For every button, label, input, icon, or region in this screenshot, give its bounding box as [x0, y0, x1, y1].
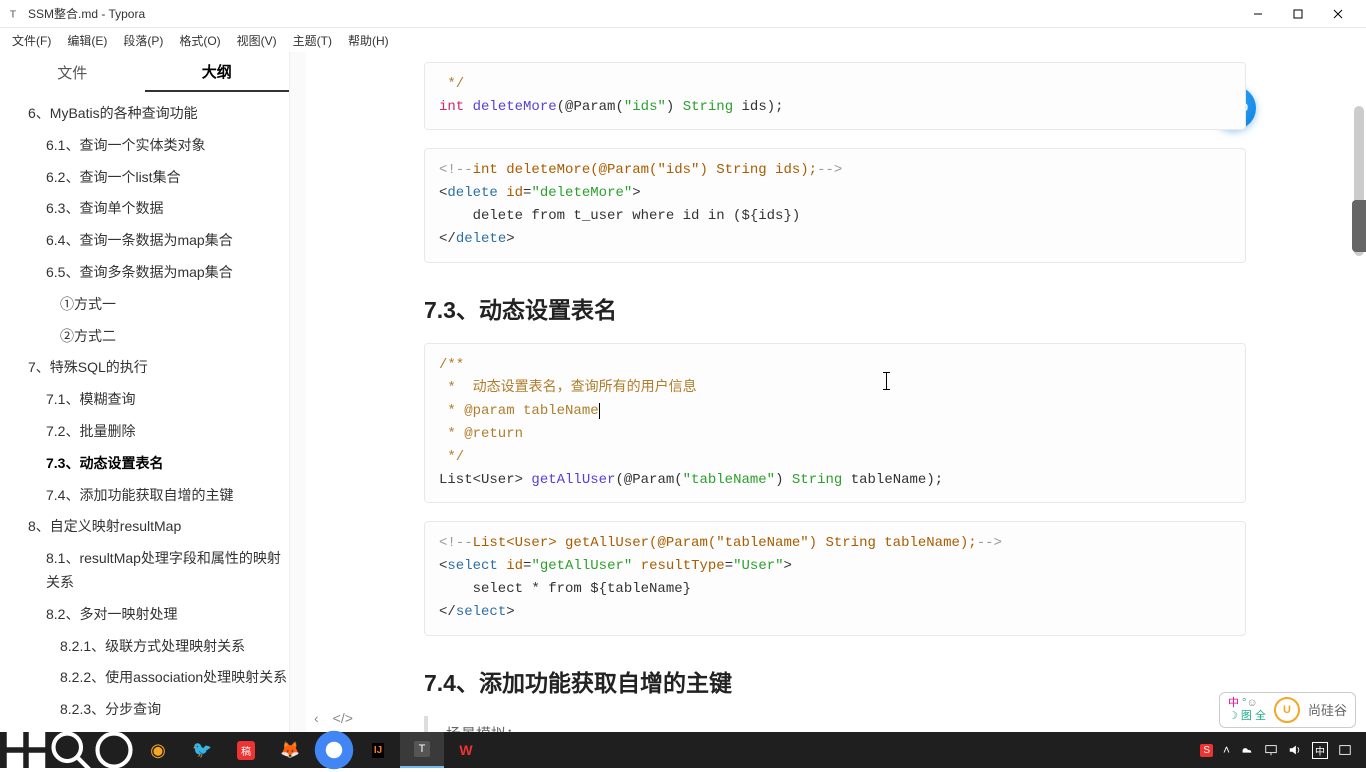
minimize-button[interactable] — [1238, 0, 1278, 28]
tray-volume-icon[interactable] — [1288, 743, 1302, 757]
outline-item[interactable]: ②方式二 — [4, 321, 289, 353]
sidebar-tabs: 文件 大纲 — [0, 52, 289, 92]
outline-item[interactable]: 7.1、模糊查询 — [4, 384, 289, 416]
outline-item[interactable]: 6.3、查询单个数据 — [4, 193, 289, 225]
workspace: 文件 大纲 6、MyBatis的各种查询功能6.1、查询一个实体类对象6.2、查… — [0, 52, 1366, 732]
heading-7-4: 7.4、添加功能获取自增的主键 — [424, 664, 1246, 698]
menu-format[interactable]: 格式(O) — [173, 30, 226, 51]
outline-item[interactable]: 8.2、多对一映射处理 — [4, 599, 289, 631]
outline-item[interactable]: 7、特殊SQL的执行 — [4, 352, 289, 384]
tab-outline[interactable]: 大纲 — [145, 52, 290, 92]
editor-content[interactable]: 00:00 */ int deleteMore(@Param("ids") St… — [306, 52, 1366, 732]
outline-item[interactable]: 7.4、添加功能获取自增的主键 — [4, 480, 289, 512]
heading-7-3: 7.3、动态设置表名 — [424, 291, 1246, 325]
outline-item[interactable]: 8.1、resultMap处理字段和属性的映射关系 — [4, 543, 289, 599]
task-app-3[interactable]: 稿 — [224, 732, 268, 768]
menu-file[interactable]: 文件(F) — [6, 30, 57, 51]
ime-status: 中 °☺ ☽ 图 全 — [1228, 697, 1266, 723]
outline-item[interactable]: 6、MyBatis的各种查询功能 — [4, 98, 289, 130]
brand-logo-icon: U — [1274, 697, 1300, 723]
titlebar: T SSM整合.md - Typora — [0, 0, 1366, 28]
outline-item[interactable]: 6.5、查询多条数据为map集合 — [4, 257, 289, 289]
tray-onedrive-icon[interactable] — [1240, 743, 1254, 757]
task-typora[interactable]: T — [400, 732, 444, 768]
task-app-2[interactable]: 🐦 — [180, 732, 224, 768]
code-block-java-getalluser[interactable]: /** * 动态设置表名，查询所有的用户信息 * @param tableNam… — [424, 343, 1246, 504]
outline-item[interactable]: 8.2.2、使用association处理映射关系 — [4, 662, 289, 694]
menu-view[interactable]: 视图(V) — [231, 30, 283, 51]
tray-ime-icon[interactable]: S — [1200, 744, 1213, 757]
menubar: 文件(F) 编辑(E) 段落(P) 格式(O) 视图(V) 主题(T) 帮助(H… — [0, 28, 1366, 52]
menu-paragraph[interactable]: 段落(P) — [117, 30, 169, 51]
outline-item[interactable]: 8、自定义映射resultMap — [4, 511, 289, 543]
taskbar: ◉ 🐦 稿 🦊 IJ T W S ˄ 中 — [0, 732, 1366, 768]
brand-name: 尚硅谷 — [1308, 700, 1347, 719]
tray-network-icon[interactable] — [1264, 743, 1278, 757]
outline-item[interactable]: ①方式一 — [4, 289, 289, 321]
code-block-xml-getalluser[interactable]: <!--List<User> getAllUser(@Param("tableN… — [424, 521, 1246, 635]
task-chrome[interactable] — [312, 732, 356, 768]
sidebar: 文件 大纲 6、MyBatis的各种查询功能6.1、查询一个实体类对象6.2、查… — [0, 52, 290, 732]
outline-item[interactable]: 8.2.3、分步查询 — [4, 694, 289, 726]
editor-bottom-controls: ‹ </> — [314, 710, 353, 726]
source-mode-button[interactable]: </> — [333, 710, 353, 726]
back-button[interactable]: ‹ — [314, 710, 319, 726]
window-controls — [1238, 0, 1358, 28]
maximize-button[interactable] — [1278, 0, 1318, 28]
tray-notifications-icon[interactable] — [1338, 743, 1352, 757]
outline-item[interactable]: 7.3、动态设置表名 — [4, 448, 289, 480]
menu-edit[interactable]: 编辑(E) — [61, 30, 113, 51]
task-firefox[interactable]: 🦊 — [268, 732, 312, 768]
blockquote-scenario[interactable]: 场景模拟： t_clazz(clazz_id,clazz_name) t_stu… — [424, 716, 1246, 733]
menu-theme[interactable]: 主题(T) — [287, 30, 338, 51]
cortana-button[interactable] — [92, 732, 136, 768]
tray-up-icon[interactable]: ˄ — [1223, 743, 1230, 757]
watermark-overlay: 中 °☺ ☽ 图 全 U 尚硅谷 — [1219, 692, 1356, 728]
window-title: SSM整合.md - Typora — [28, 5, 1238, 22]
right-edge-tab[interactable] — [1352, 200, 1366, 252]
outline-item[interactable]: 6.2、查询一个list集合 — [4, 162, 289, 194]
svg-text:T: T — [10, 8, 17, 20]
tray-lang-icon[interactable]: 中 — [1312, 742, 1328, 759]
start-button[interactable] — [4, 732, 48, 768]
menu-help[interactable]: 帮助(H) — [342, 30, 395, 51]
task-app-1[interactable]: ◉ — [136, 732, 180, 768]
task-intellij[interactable]: IJ — [356, 732, 400, 768]
outline-item[interactable]: 8.2.1、级联方式处理映射关系 — [4, 631, 289, 663]
text-cursor-icon — [886, 372, 887, 390]
search-button[interactable] — [48, 732, 92, 768]
code-block-xml-delete[interactable]: <!--int deleteMore(@Param("ids") String … — [424, 148, 1246, 262]
scrollbar[interactable] — [1354, 52, 1364, 732]
tab-files[interactable]: 文件 — [0, 52, 145, 92]
outline-item[interactable]: 6.4、查询一条数据为map集合 — [4, 225, 289, 257]
task-wps[interactable]: W — [444, 732, 488, 768]
outline-item[interactable]: 6.1、查询一个实体类对象 — [4, 130, 289, 162]
outline-item[interactable]: 7.2、批量删除 — [4, 416, 289, 448]
outline-panel[interactable]: 6、MyBatis的各种查询功能6.1、查询一个实体类对象6.2、查询一个lis… — [0, 92, 289, 732]
close-button[interactable] — [1318, 0, 1358, 28]
app-icon: T — [8, 7, 22, 21]
system-tray[interactable]: S ˄ 中 — [1190, 742, 1362, 759]
sidebar-resize-handle[interactable] — [290, 52, 306, 732]
code-block-java-delete[interactable]: */ int deleteMore(@Param("ids") String i… — [424, 62, 1246, 130]
